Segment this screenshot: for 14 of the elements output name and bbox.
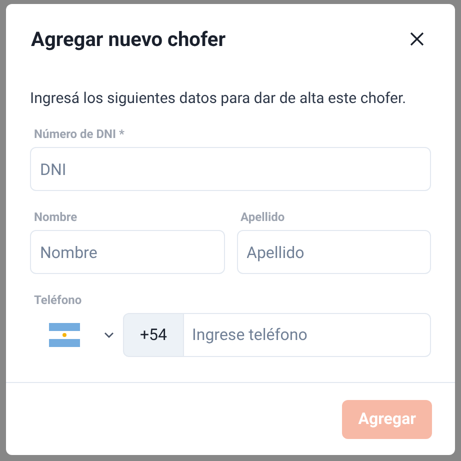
close-icon xyxy=(410,32,424,46)
input-field[interactable]: Apellido xyxy=(236,230,431,274)
field-label: Apellido xyxy=(240,211,286,223)
input-field[interactable]: DNI xyxy=(30,147,431,191)
chevron-down-icon xyxy=(104,332,114,338)
dialog-description: Ingresá los siguientes datos para dar de alta este chofer. xyxy=(30,91,408,106)
field-label: Teléfono xyxy=(33,294,83,306)
flag-icon xyxy=(49,323,80,347)
dialog-title: Agregar nuevo chofer xyxy=(31,26,226,53)
field-label: Número de DNI * xyxy=(33,128,126,140)
input-field[interactable]: Nombre xyxy=(30,230,224,274)
field-label: Nombre xyxy=(33,211,78,223)
phone-field[interactable]: Ingrese teléfono xyxy=(184,313,431,357)
phone-prefix: +54 xyxy=(123,313,184,357)
